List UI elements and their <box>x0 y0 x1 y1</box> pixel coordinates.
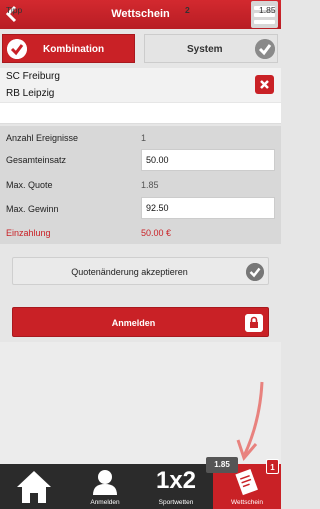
page-title: Wettschein <box>111 8 170 20</box>
tab-kombination-label: Kombination <box>43 44 105 55</box>
home-icon <box>17 471 51 503</box>
nav-anmelden-label: Anmelden <box>90 499 120 506</box>
tipp-odds: 1.85 <box>259 5 276 15</box>
gewinn-label: Max. Gewinn <box>6 204 59 214</box>
accept-odds-change-button[interactable]: Quotenänderung akzeptieren <box>12 257 269 285</box>
login-button[interactable]: Anmelden <box>12 307 269 337</box>
nav-sportwetten-label: Sportwetten <box>158 499 194 506</box>
einsatz-label: Gesamteinsatz <box>6 155 67 165</box>
einzahlung-value: 50.00 € <box>141 228 172 238</box>
login-button-label: Anmelden <box>111 318 156 328</box>
tab-system-label: System <box>187 44 223 55</box>
check-icon <box>255 39 275 59</box>
gewinn-value: 92.50 <box>146 203 169 213</box>
gewinn-input[interactable]: 92.50 <box>141 197 275 219</box>
remove-bet-icon[interactable] <box>255 75 274 94</box>
tab-system[interactable]: System <box>144 34 278 63</box>
accept-odds-change-label: Quotenänderung akzeptieren <box>71 267 188 277</box>
check-icon <box>7 39 27 59</box>
away-team: RB Leipzig <box>6 88 55 99</box>
tab-kombination[interactable]: Kombination <box>2 34 135 63</box>
anzahl-value: 1 <box>141 133 147 143</box>
quote-label: Max. Quote <box>6 180 53 190</box>
pointer-arrow-icon <box>236 381 264 461</box>
total-odds-badge: 1.85 <box>206 457 238 473</box>
lock-icon <box>245 314 263 332</box>
tipp-row <box>0 103 281 124</box>
einsatz-input[interactable]: 50.00 <box>141 149 275 171</box>
tipp-label: Tipp <box>6 5 23 15</box>
check-icon <box>246 263 264 281</box>
1x2-icon: 1x2 <box>155 467 197 494</box>
nav-home[interactable] <box>0 464 68 509</box>
quote-value: 1.85 <box>141 180 159 190</box>
einsatz-value: 50.00 <box>146 155 169 165</box>
nav-anmelden[interactable]: Anmelden <box>71 464 139 509</box>
nav-sportwetten[interactable]: 1x2 Sportwetten <box>142 464 210 509</box>
einzahlung-label: Einzahlung <box>6 228 51 238</box>
betslip-count-badge: 1 <box>266 459 279 474</box>
nav-wettschein-label: Wettschein <box>230 499 264 506</box>
home-team: SC Freiburg <box>6 71 60 82</box>
anzahl-label: Anzahl Ereignisse <box>6 133 79 143</box>
user-icon <box>93 470 117 495</box>
tipp-value: 2 <box>185 5 190 15</box>
